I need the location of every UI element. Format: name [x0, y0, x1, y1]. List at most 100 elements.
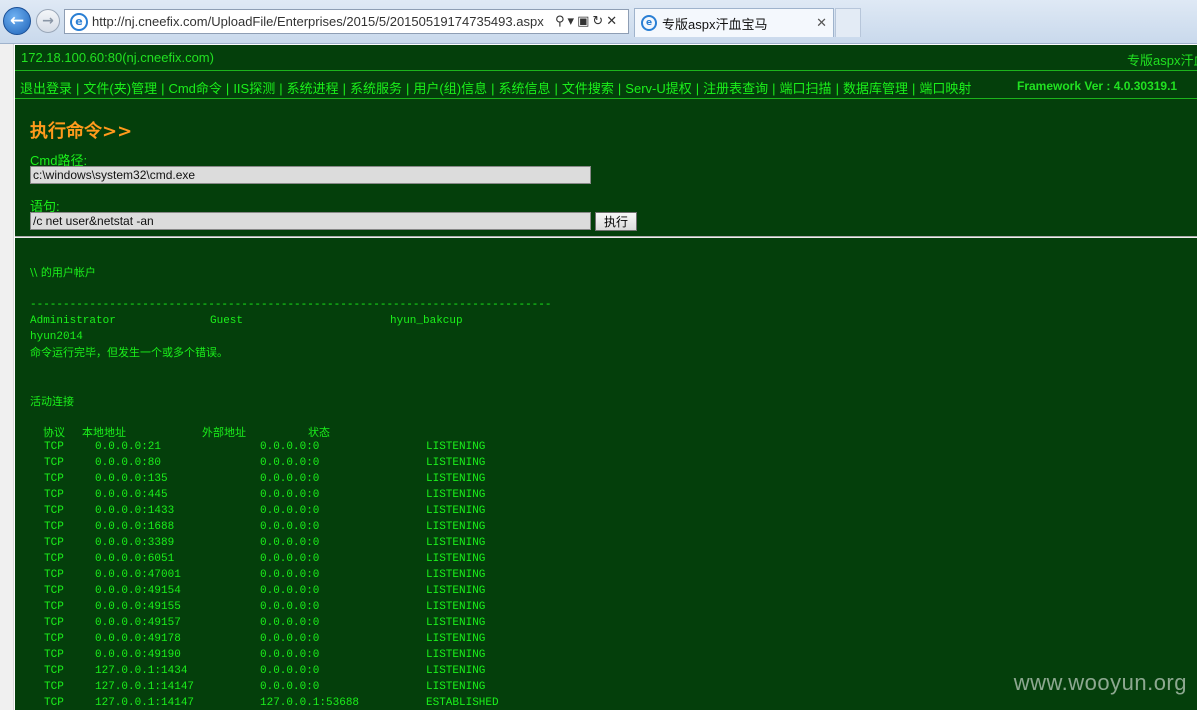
- connection-cell: TCP: [44, 537, 64, 549]
- menu-item[interactable]: Cmd命令: [168, 81, 221, 96]
- webshell-page: 172.18.100.60:80(nj.cneefix.com) 专版aspx汗…: [15, 45, 1197, 710]
- connection-row: TCP 0.0.0.0:49178 0.0.0.0:0 LISTENING: [30, 633, 550, 649]
- tab-ie-icon: e: [641, 15, 657, 31]
- menu-item[interactable]: 注册表查询: [703, 81, 768, 96]
- connection-cell: 0.0.0.0:1688: [95, 521, 175, 533]
- connection-row: TCP 0.0.0.0:1688 0.0.0.0:0 LISTENING: [30, 521, 550, 537]
- connection-cell: LISTENING: [426, 457, 486, 469]
- connection-row: TCP 127.0.0.1:1434 0.0.0.0:0 LISTENING: [30, 665, 550, 681]
- search-icon[interactable]: ⚲: [555, 14, 565, 29]
- column-header: 本地地址: [82, 426, 126, 439]
- connection-cell: 0.0.0.0:0: [260, 473, 320, 485]
- connection-cell: 0.0.0.0:1433: [95, 505, 175, 517]
- dashes-line: ----------------------------------------…: [30, 299, 552, 311]
- menu-items: 退出登录 | 文件(夹)管理 | Cmd命令 | IIS探测 | 系统进程 | 系统服务 | 用户(组)…: [20, 78, 971, 97]
- menu-separator: |: [76, 81, 80, 96]
- menu-item[interactable]: 端口映射: [919, 81, 971, 96]
- refresh-icon[interactable]: ↻: [592, 14, 603, 29]
- menu-separator: |: [406, 81, 410, 96]
- connection-cell: 0.0.0.0:21: [95, 441, 162, 453]
- menu-separator: |: [491, 81, 495, 96]
- connection-cell: TCP: [44, 505, 64, 517]
- user-name: hyun2014: [30, 331, 83, 343]
- connection-cell: 0.0.0.0:0: [260, 441, 320, 453]
- menu-item[interactable]: 文件搜索: [562, 81, 614, 96]
- menu-item[interactable]: 文件(夹)管理: [83, 81, 157, 96]
- menu-item[interactable]: 退出登录: [20, 81, 72, 96]
- statement-input[interactable]: [30, 212, 591, 230]
- error-message: 命令运行完毕，但发生一个或多个错误。: [30, 346, 228, 359]
- menu-separator: |: [695, 81, 700, 96]
- connection-cell: TCP: [44, 681, 64, 693]
- connection-row: TCP 0.0.0.0:47001 0.0.0.0:0 LISTENING: [30, 569, 550, 585]
- framework-version: Framework Ver : 4.0.30319.1: [1017, 79, 1178, 93]
- connection-cell: 0.0.0.0:47001: [95, 569, 181, 581]
- connection-cell: 0.0.0.0:49154: [95, 585, 181, 597]
- back-arrow-icon[interactable]: ←: [3, 7, 31, 35]
- menu-separator: |: [161, 81, 165, 96]
- connection-cell: 127.0.0.1:14147: [95, 697, 195, 709]
- ie-logo-icon: e: [70, 12, 88, 31]
- connection-cell: LISTENING: [426, 569, 486, 581]
- connection-cell: LISTENING: [426, 681, 486, 693]
- menu-item[interactable]: 用户(组)信息: [413, 81, 487, 96]
- tab-title: 专版aspx汗血宝马: [662, 16, 768, 32]
- connection-cell: LISTENING: [426, 473, 486, 485]
- address-bar[interactable]: e http://nj.cneefix.com/UploadFile/Enter…: [64, 9, 629, 34]
- connection-row: TCP 0.0.0.0:49190 0.0.0.0:0 LISTENING: [30, 649, 550, 665]
- connection-cell: 0.0.0.0:49157: [95, 617, 181, 629]
- menu-item[interactable]: IIS探测: [233, 81, 275, 96]
- connection-cell: TCP: [44, 521, 64, 533]
- user-name: hyun_bakcup: [390, 315, 463, 327]
- connection-cell: 0.0.0.0:6051: [95, 553, 175, 565]
- connection-cell: 0.0.0.0:0: [260, 457, 320, 469]
- compat-view-icon[interactable]: ▣: [577, 14, 589, 29]
- menu-bar: 退出登录 | 文件(夹)管理 | Cmd命令 | IIS探测 | 系统进程 | 系统服务 | 用户(组)…: [15, 72, 1197, 99]
- url-text[interactable]: http://nj.cneefix.com/UploadFile/Enterpr…: [92, 14, 552, 29]
- dropdown-icon[interactable]: ▾: [568, 14, 575, 29]
- menu-item[interactable]: 系统进程: [287, 81, 339, 96]
- connection-cell: LISTENING: [426, 441, 486, 453]
- menu-item[interactable]: 系统服务: [350, 81, 402, 96]
- connection-row: TCP 0.0.0.0:6051 0.0.0.0:0 LISTENING: [30, 553, 550, 569]
- menu-separator: |: [911, 81, 916, 96]
- connection-row: TCP 127.0.0.1:14147 127.0.0.1:53688 ESTABLI…: [30, 697, 550, 710]
- column-header: 状态: [308, 426, 330, 439]
- connection-cell: 0.0.0.0:0: [260, 617, 320, 629]
- connection-row: TCP 0.0.0.0:80 0.0.0.0:0 LISTENING: [30, 457, 550, 473]
- forward-arrow-icon[interactable]: →: [36, 9, 60, 33]
- connection-cell: 0.0.0.0:0: [260, 489, 320, 501]
- stop-icon[interactable]: ✕: [606, 14, 617, 29]
- new-tab-button[interactable]: [835, 8, 861, 37]
- connection-cell: TCP: [44, 457, 64, 469]
- browser-tab[interactable]: e 专版aspx汗血宝马 ✕: [634, 8, 834, 37]
- menu-item[interactable]: 数据库管理: [843, 81, 908, 96]
- connection-cell: LISTENING: [426, 553, 486, 565]
- connection-cell: 0.0.0.0:0: [260, 649, 320, 661]
- connection-cell: 0.0.0.0:0: [260, 585, 320, 597]
- connection-cell: 0.0.0.0:0: [260, 521, 320, 533]
- user-accounts-header: \\ 的用户帐户: [30, 266, 96, 279]
- connection-cell: TCP: [44, 489, 64, 501]
- cmd-path-input[interactable]: [30, 166, 591, 184]
- menu-item[interactable]: 系统信息: [498, 81, 550, 96]
- menu-separator: |: [835, 81, 839, 96]
- connection-row: TCP 0.0.0.0:3389 0.0.0.0:0 LISTENING: [30, 537, 550, 553]
- connection-row: TCP 0.0.0.0:1433 0.0.0.0:0 LISTENING: [30, 505, 550, 521]
- connection-row: TCP 127.0.0.1:14147 0.0.0.0:0 LISTENING: [30, 681, 550, 697]
- menu-item[interactable]: Serv-U提权: [625, 81, 691, 96]
- connection-row: TCP 0.0.0.0:49155 0.0.0.0:0 LISTENING: [30, 601, 550, 617]
- execute-button[interactable]: 执行: [595, 212, 637, 231]
- connection-row: TCP 0.0.0.0:135 0.0.0.0:0 LISTENING: [30, 473, 550, 489]
- menu-item[interactable]: 端口扫描: [780, 81, 832, 96]
- connection-cell: LISTENING: [426, 489, 486, 501]
- connection-cell: 0.0.0.0:135: [95, 473, 168, 485]
- connection-cell: LISTENING: [426, 601, 486, 613]
- connection-cell: 0.0.0.0:3389: [95, 537, 175, 549]
- connection-cell: TCP: [44, 473, 64, 485]
- connection-cell: 127.0.0.1:1434: [95, 665, 188, 677]
- section-title: 执行命令>>: [30, 121, 133, 142]
- user-name: Guest: [210, 315, 244, 327]
- connection-cell: TCP: [44, 697, 64, 709]
- tab-close-icon[interactable]: ✕: [816, 16, 827, 31]
